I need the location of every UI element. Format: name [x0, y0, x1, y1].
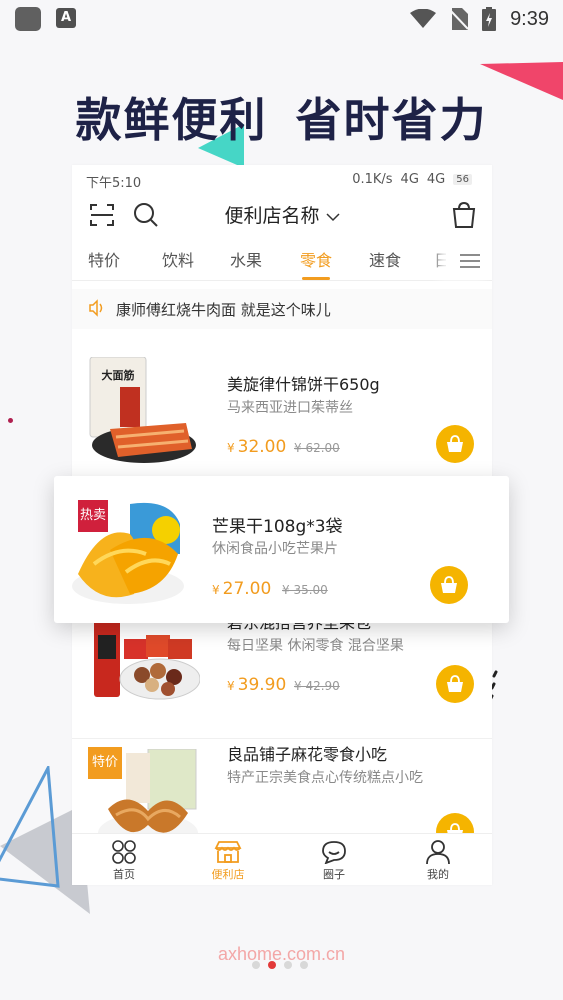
headline-part-2: 省时省力	[295, 93, 488, 147]
product-image-spicy-gluten: 大面筋	[89, 357, 196, 463]
product-item[interactable]: 碧东混搭营养坚果包 每日坚果 休闲零食 混合坚果 ¥39.90 ¥ 42.90	[72, 605, 492, 739]
page-dot[interactable]	[300, 961, 308, 969]
basket-icon	[447, 675, 463, 692]
app-notification-icon	[15, 7, 41, 31]
battery-charging-icon	[482, 7, 497, 31]
tab-snacks[interactable]: 零食	[300, 247, 332, 271]
product-item[interactable]: 大面筋 美旋律什锦饼干650g 马来西亚进口茱蒂丝 ¥32.00 ¥ 62.00	[72, 347, 492, 477]
tabbar-mine-label: 我的	[427, 868, 449, 881]
system-clock: 9:39	[510, 7, 549, 30]
tabbar-home-label: 首页	[113, 868, 135, 881]
basket-icon	[441, 576, 457, 593]
chevron-down-icon	[326, 213, 340, 222]
product-price: ¥32.00	[227, 437, 287, 457]
home-circles-icon	[112, 840, 136, 864]
font-app-icon: A	[56, 8, 76, 28]
product-description: 特产正宗美食点心传统糕点小吃	[227, 770, 423, 786]
product-original-price: ¥ 42.90	[294, 679, 340, 693]
battery-level: 56	[453, 174, 472, 185]
store-selector[interactable]: 便利店名称	[72, 201, 492, 228]
package-brand-text: 大面筋	[102, 368, 135, 382]
tab-fast-food[interactable]: 速食	[369, 247, 401, 271]
featured-product-original-price: ¥ 35.00	[282, 583, 328, 597]
page-indicator	[252, 961, 308, 969]
tabbar-circle-label: 圈子	[323, 868, 345, 881]
add-to-cart-button[interactable]	[430, 566, 468, 604]
product-price: ¥39.90	[227, 675, 287, 695]
featured-product-price: ¥27.00	[212, 579, 272, 599]
speaker-icon	[89, 299, 103, 317]
tabbar-mine[interactable]: 我的	[398, 840, 478, 882]
add-to-cart-button[interactable]	[436, 425, 474, 463]
app-header: 便利店名称	[72, 195, 492, 235]
store-name: 便利店名称	[224, 205, 320, 227]
person-icon	[426, 840, 450, 864]
tab-special[interactable]: 特价	[88, 247, 120, 271]
product-description: 马来西亚进口茱蒂丝	[227, 400, 353, 416]
featured-product-card[interactable]: 热卖 芒果干108g*3袋 休闲食品小吃芒果片 ¥27.00 ¥ 35.00	[54, 476, 509, 623]
featured-product-name: 芒果干108g*3袋	[212, 517, 343, 537]
phone-status-bar: 下午5:10 0.1K/s 4G 4G 56	[72, 165, 492, 193]
tab-menu-button[interactable]	[446, 241, 492, 279]
page-dot[interactable]	[284, 961, 292, 969]
tab-drinks[interactable]: 饮料	[162, 247, 194, 271]
category-tabs: 特价 饮料 水果 零食 速食 日	[72, 241, 492, 281]
chat-icon	[322, 841, 346, 864]
add-to-cart-button[interactable]	[436, 665, 474, 703]
product-name: 良品铺子麻花零食小吃	[227, 745, 388, 764]
dot-decoration	[8, 418, 13, 423]
tabbar-circle[interactable]: 圈子	[294, 840, 374, 882]
promo-headline: 款鲜便利 省时省力	[0, 84, 563, 150]
featured-product-description: 休闲食品小吃芒果片	[212, 541, 338, 557]
hot-sale-tag: 热卖	[78, 500, 108, 532]
page-dot-active[interactable]	[268, 961, 276, 969]
active-tab-indicator	[302, 277, 330, 280]
announcement-bar[interactable]: 康师傅红烧牛肉面 就是这个味儿	[72, 289, 492, 329]
tabbar-store-label: 便利店	[211, 868, 245, 881]
menu-icon	[460, 254, 480, 268]
network-speed: 0.1K/s	[352, 172, 393, 187]
store-icon	[214, 841, 242, 863]
tabbar-store[interactable]: 便利店	[188, 840, 268, 882]
product-description: 每日坚果 休闲零食 混合坚果	[227, 638, 404, 654]
bottom-tab-bar: 首页 便利店 圈子 我的	[72, 833, 492, 885]
signal-2: 4G	[426, 172, 446, 187]
product-original-price: ¥ 62.00	[294, 441, 340, 455]
wifi-icon	[410, 9, 437, 28]
signal-1: 4G	[400, 172, 419, 187]
phone-time: 下午5:10	[86, 176, 142, 191]
no-sim-icon	[450, 8, 469, 30]
product-name: 美旋律什锦饼干650g	[227, 375, 380, 394]
page-dot[interactable]	[252, 961, 260, 969]
announcement-text: 康师傅红烧牛肉面 就是这个味儿	[116, 301, 331, 319]
special-offer-tag: 特价	[88, 747, 122, 779]
system-status-bar: A 9:39	[0, 0, 563, 38]
headline-part-1: 款鲜便利	[75, 93, 268, 147]
shopping-bag-icon[interactable]	[450, 201, 478, 229]
basket-icon	[447, 435, 463, 452]
tabbar-home[interactable]: 首页	[84, 840, 164, 882]
tab-fruit[interactable]: 水果	[230, 247, 262, 271]
